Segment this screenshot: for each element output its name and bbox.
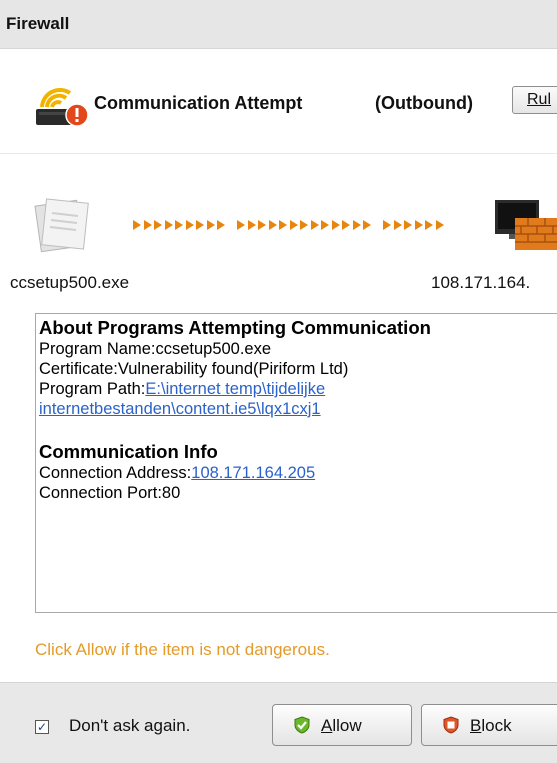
arrow-icon [363, 220, 371, 230]
arrow-icon [175, 220, 183, 230]
rules-button[interactable]: Rul [512, 86, 557, 114]
rules-button-label: Rul [527, 91, 552, 108]
arrow-icon [143, 220, 152, 230]
arrow-icon [258, 220, 266, 230]
wifi-warning-icon [36, 87, 89, 127]
arrow-icon [425, 220, 433, 230]
program-path-link[interactable]: E:\internet temp\tijdelijke [145, 380, 325, 398]
arrow-icon [404, 220, 412, 230]
program-path-label: Program Path: [39, 380, 146, 398]
allow-label-rest: llow [332, 716, 362, 735]
direction-label: (Outbound) [375, 93, 473, 113]
arrow-icon [383, 220, 391, 230]
communication-section-heading: Communication Info [39, 441, 218, 462]
arrow-icon [321, 220, 329, 230]
certificate-row: Certificate:Vulnerability found(Piriform… [39, 359, 557, 379]
block-mnemonic: B [470, 716, 482, 735]
connection-port-row: Connection Port:80 [39, 483, 557, 503]
certificate-value: Vulnerability found(Piriform Ltd) [117, 360, 349, 378]
connection-address-label: Connection Address: [39, 464, 192, 482]
block-button-label: Block [470, 716, 512, 736]
network-firewall-icon [495, 200, 557, 250]
block-button[interactable]: Block [421, 704, 557, 746]
arrow-icon [196, 220, 204, 230]
dont-ask-label[interactable]: Don't ask again. [69, 716, 190, 736]
arrow-icon [133, 220, 141, 230]
dialog-heading: Communication Attempt [94, 93, 303, 113]
connection-address-row: Connection Address:108.171.164.205 [39, 463, 557, 483]
arrow-icon [206, 220, 215, 230]
program-name-value: ccsetup500.exe [155, 340, 272, 358]
arrow-icon [331, 220, 340, 230]
arrow-icon [279, 220, 287, 230]
program-file-icon [34, 198, 89, 253]
arrow-icon [352, 220, 361, 230]
block-label-rest: lock [481, 716, 512, 735]
checkbox-check-icon: ✓ [36, 720, 48, 734]
arrow-icon [393, 220, 402, 230]
arrow-icon [289, 220, 298, 230]
arrow-icon [414, 220, 423, 230]
program-path-row: Program Path:E:\internet temp\tijdelijke [39, 379, 557, 399]
arrow-icon [247, 220, 256, 230]
remote-address-caption: 108.171.164. [431, 273, 531, 292]
shield-check-icon [294, 716, 310, 734]
allow-button-label: Allow [321, 716, 362, 736]
window-title: Firewall [6, 14, 70, 33]
dont-ask-checkbox[interactable]: ✓ [35, 720, 49, 734]
allow-button[interactable]: Allow [272, 704, 412, 746]
program-name-caption: ccsetup500.exe [10, 273, 130, 292]
hint-text: Click Allow if the item is not dangerous… [35, 640, 330, 659]
program-name-label: Program Name: [39, 340, 156, 358]
title-bar: Firewall [0, 0, 557, 49]
programs-section-heading: About Programs Attempting Communication [39, 317, 431, 338]
connection-port-value: 80 [161, 484, 181, 502]
program-name-row: Program Name:ccsetup500.exe [39, 339, 557, 359]
connection-port-label: Connection Port: [39, 484, 162, 502]
arrow-icon [154, 220, 162, 230]
allow-mnemonic: A [321, 716, 333, 735]
arrow-icon [435, 220, 444, 230]
arrow-icon [237, 220, 245, 230]
arrow-icon [268, 220, 277, 230]
arrow-icon [217, 220, 225, 230]
program-info-panel: About Programs Attempting Communication … [35, 313, 557, 613]
certificate-label: Certificate: [39, 360, 118, 378]
arrow-icon [164, 220, 173, 230]
program-path-link-continued[interactable]: internetbestanden\content.ie5\lqx1cxj1 [39, 400, 321, 418]
connection-address-link[interactable]: 108.171.164.205 [191, 464, 315, 482]
arrow-icon [310, 220, 319, 230]
shield-block-icon [443, 716, 459, 734]
arrow-icon [185, 220, 194, 230]
arrow-icon [300, 220, 308, 230]
connection-flow-arrows [133, 215, 463, 235]
arrow-icon [342, 220, 350, 230]
